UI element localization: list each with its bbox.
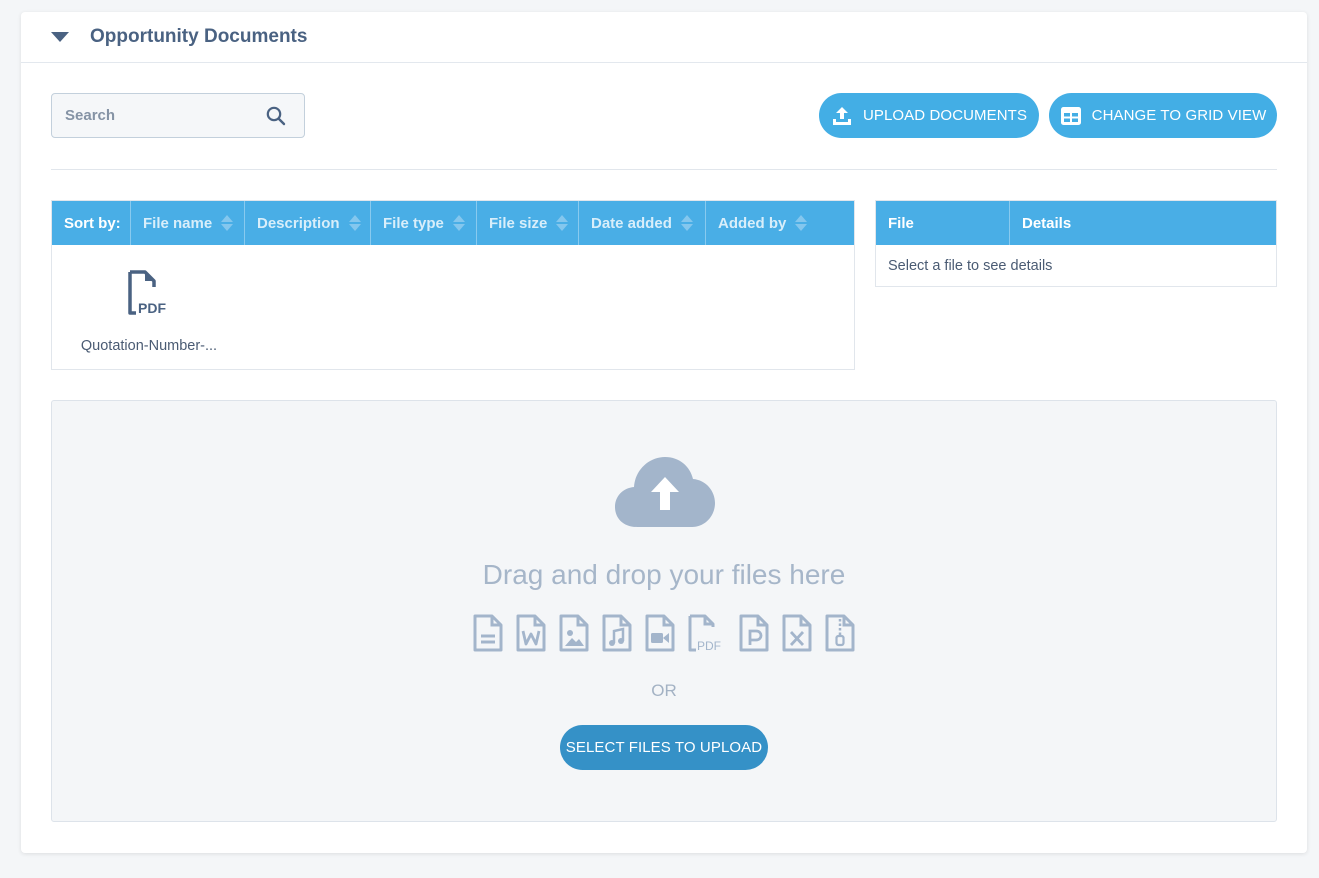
column-date-added-label: Date added <box>591 214 672 232</box>
audio-file-icon <box>602 614 632 652</box>
column-file-name[interactable]: File name <box>131 201 245 245</box>
change-to-grid-view-label: CHANGE TO GRID VIEW <box>1091 107 1267 124</box>
column-file-size[interactable]: File size <box>477 201 579 245</box>
or-separator: OR <box>651 681 677 700</box>
powerpoint-file-icon <box>739 614 769 652</box>
files-table: Sort by: File name Description File type… <box>51 200 855 370</box>
search-input[interactable] <box>65 107 255 124</box>
word-file-icon <box>516 614 546 652</box>
upload-documents-label: UPLOAD DOCUMENTS <box>862 107 1028 124</box>
file-tile[interactable]: PDF Quotation-Number-... <box>74 269 224 354</box>
file-dropzone[interactable]: Drag and drop your files here PDF OR SEL… <box>51 400 1277 822</box>
column-description-label: Description <box>257 214 340 232</box>
upload-documents-button[interactable]: UPLOAD DOCUMENTS <box>819 93 1039 138</box>
image-file-icon <box>559 614 589 652</box>
column-file-size-label: File size <box>489 214 548 232</box>
upload-icon <box>832 106 851 125</box>
pdf-type-text: PDF <box>697 639 721 653</box>
pdf-file-icon: PDF <box>688 614 721 653</box>
sort-icon[interactable] <box>348 213 362 233</box>
column-added-by-label: Added by <box>718 214 787 232</box>
column-file-type-label: File type <box>383 214 444 232</box>
panel-title: Opportunity Documents <box>90 26 308 47</box>
details-table-header: File Details <box>876 201 1276 245</box>
column-added-by[interactable]: Added by <box>706 201 854 245</box>
sort-icon[interactable] <box>680 213 694 233</box>
column-description[interactable]: Description <box>245 201 371 245</box>
opportunity-documents-panel: Opportunity Documents UPLOAD DOCUMENTS C… <box>21 12 1307 853</box>
panel-header[interactable]: Opportunity Documents <box>21 12 1307 63</box>
sort-icon[interactable] <box>452 213 466 233</box>
details-table: File Details Select a file to see detail… <box>875 200 1277 287</box>
file-type-icons: PDF <box>52 613 1276 653</box>
excel-file-icon <box>782 614 812 652</box>
grid-view-icon <box>1060 106 1081 125</box>
change-to-grid-view-button[interactable]: CHANGE TO GRID VIEW <box>1049 93 1277 138</box>
caret-down-icon[interactable] <box>51 32 69 42</box>
video-file-icon <box>645 614 675 652</box>
sort-icon[interactable] <box>555 213 569 233</box>
sort-icon[interactable] <box>794 213 808 233</box>
drop-instructions: Drag and drop your files here <box>482 559 846 590</box>
column-date-added[interactable]: Date added <box>579 201 706 245</box>
cloud-upload-icon <box>615 457 715 527</box>
column-details: Details <box>1022 214 1072 232</box>
file-name[interactable]: Quotation-Number-... <box>74 338 224 354</box>
select-files-button[interactable]: SELECT FILES TO UPLOAD <box>560 725 768 770</box>
zip-file-icon <box>825 614 855 652</box>
search-box[interactable] <box>51 93 305 138</box>
sort-icon[interactable] <box>220 213 234 233</box>
files-table-header: Sort by: File name Description File type… <box>52 201 854 245</box>
details-empty-message: Select a file to see details <box>888 258 1053 274</box>
pdf-icon-text: PDF <box>138 300 166 316</box>
column-file-name-label: File name <box>143 214 213 232</box>
text-file-icon <box>473 614 503 652</box>
search-icon[interactable] <box>266 106 286 126</box>
column-file: File <box>876 201 1010 245</box>
column-file-type[interactable]: File type <box>371 201 477 245</box>
sort-by-label: Sort by: <box>52 201 131 245</box>
toolbar-divider <box>51 169 1277 170</box>
pdf-file-icon: PDF <box>128 270 166 316</box>
